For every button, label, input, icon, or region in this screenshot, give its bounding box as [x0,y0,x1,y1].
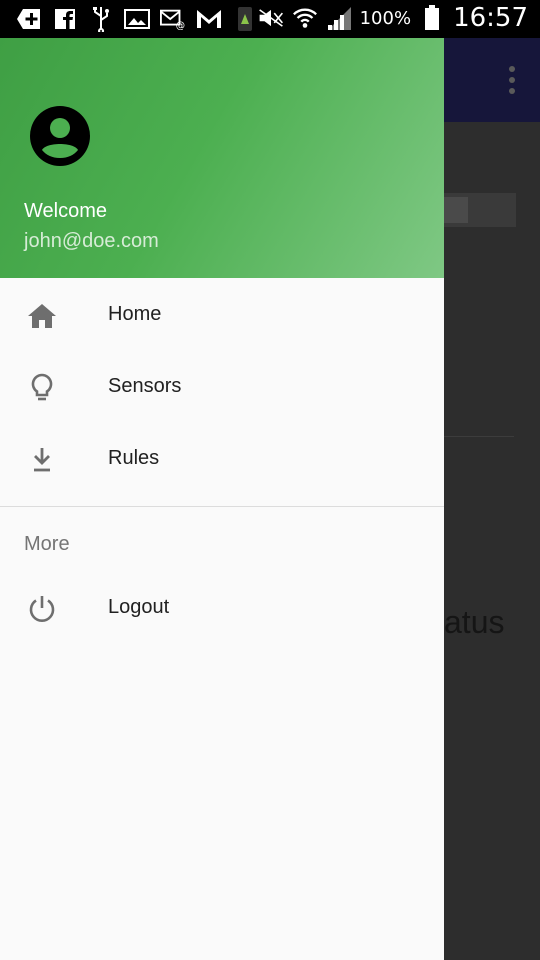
overflow-menu-icon [508,66,516,94]
section-title: More [24,533,70,555]
status-bar: @ 100% 16:57 [0,0,540,38]
drawer-header: Welcome john@doe.com [0,38,444,278]
power-icon [26,593,58,625]
gmail-icon [196,6,222,32]
drawer-item-sensors[interactable]: Sensors [0,350,444,422]
download-icon [26,444,58,476]
welcome-text: Welcome [24,200,107,222]
wifi-icon [292,5,318,31]
drawer-item-label: Sensors [108,375,182,397]
navigation-drawer: Welcome john@doe.com Home Sensors Rules … [0,38,444,960]
signal-icon [326,5,352,31]
drawer-item-label: Logout [108,596,170,618]
svg-text:@: @ [176,20,185,30]
add-box-icon [16,6,42,32]
background-status-text: atus [444,604,505,640]
battery-percentage: 100% [359,7,412,29]
email-at-icon: @ [160,6,186,32]
drawer-item-logout[interactable]: Logout [0,571,444,643]
drawer-menu: Home Sensors Rules More Logout [0,278,444,643]
game-icon [232,6,258,32]
image-icon [124,6,150,32]
lightbulb-icon [26,372,58,404]
home-icon [26,300,58,332]
background-input [444,193,516,227]
drawer-section-header: More [0,507,444,571]
clock: 16:57 [453,3,528,33]
account-circle-icon [30,106,90,166]
drawer-item-label: Home [108,303,162,325]
drawer-item-rules[interactable]: Rules [0,422,444,494]
notification-icons: @ [16,6,258,32]
system-icons: 100% 16:57 [258,3,528,33]
drawer-item-label: Rules [108,447,160,469]
usb-icon [88,6,114,32]
battery-icon [419,5,445,31]
drawer-item-home[interactable]: Home [0,278,444,350]
mute-icon [258,5,284,31]
user-email: john@doe.com [24,230,159,252]
background-divider [444,436,514,437]
facebook-icon [52,6,78,32]
